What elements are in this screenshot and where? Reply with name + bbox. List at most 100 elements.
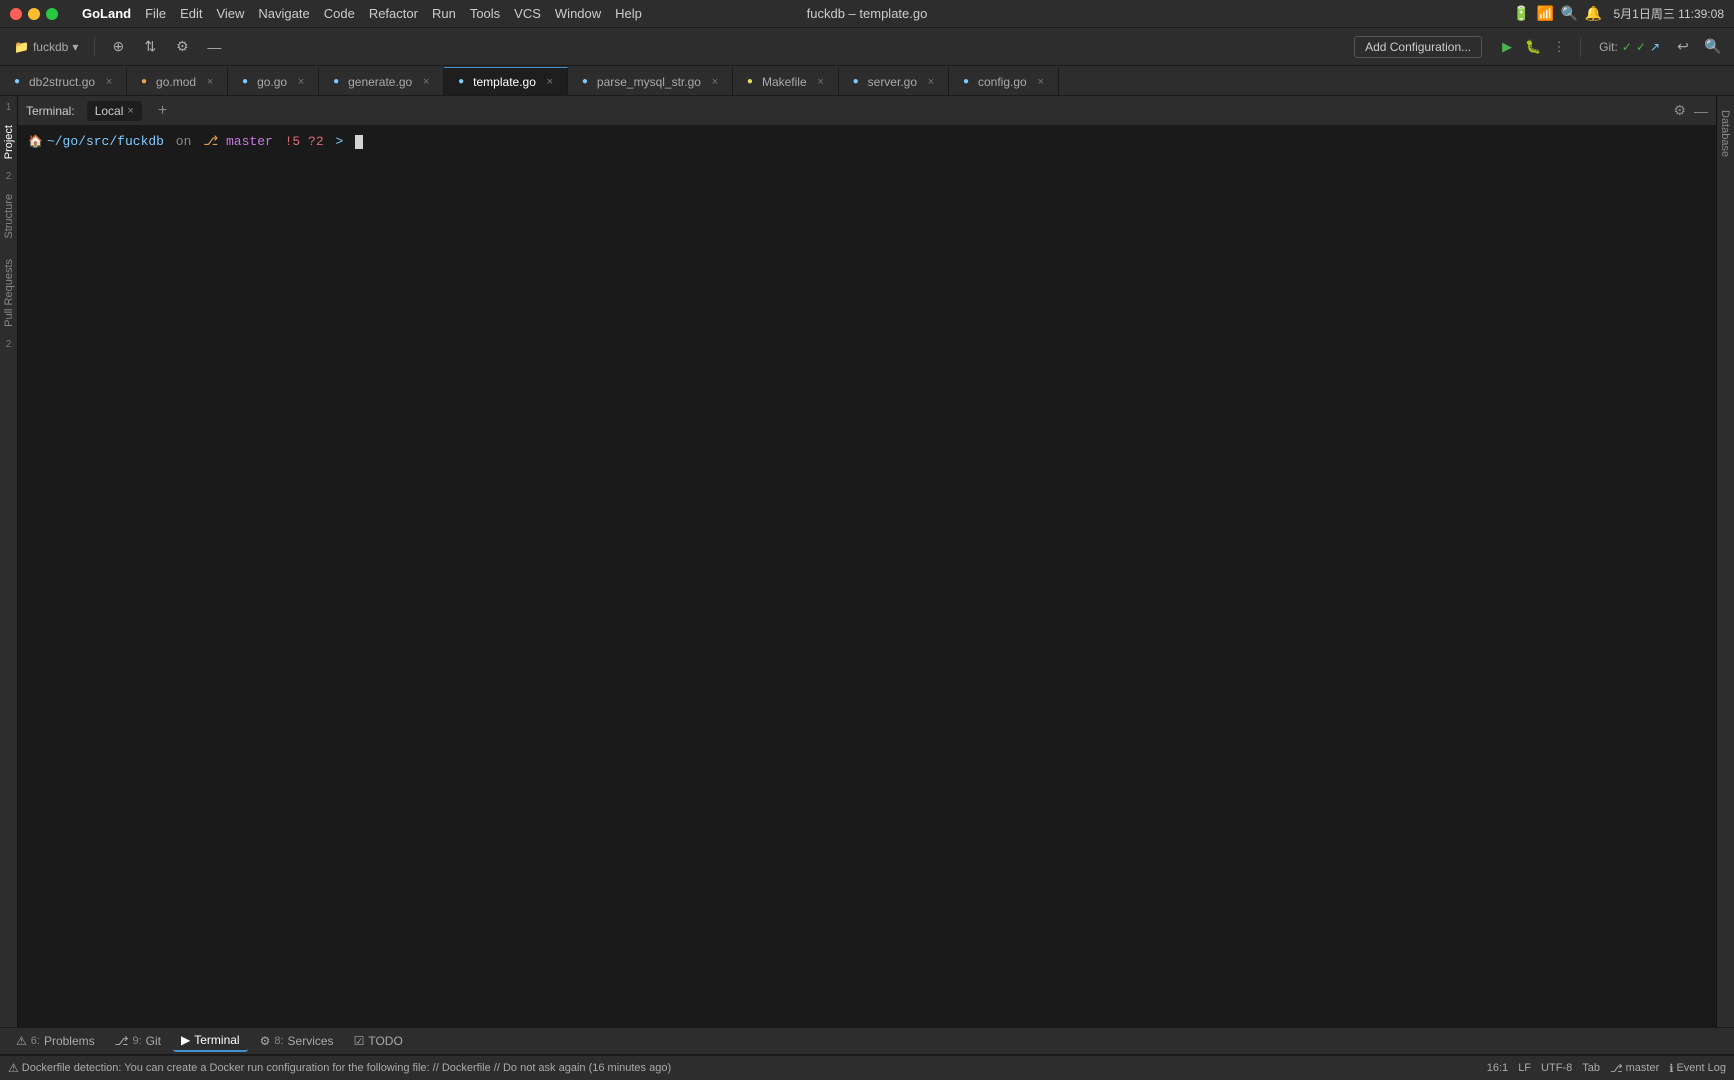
editor-tab-parse-mysql[interactable]: ● parse_mysql_str.go × <box>568 67 733 95</box>
editor-tab-db2struct[interactable]: ● db2struct.go × <box>0 67 127 95</box>
system-clock: 5月1日周三 11:39:08 <box>1613 5 1724 22</box>
menu-window[interactable]: Window <box>555 6 601 21</box>
bottom-tab-label-todo: TODO <box>368 1034 402 1048</box>
terminal-header: Terminal: Local × + ⚙ — <box>18 96 1716 126</box>
close-button[interactable] <box>10 8 22 20</box>
prompt-branch-name: master <box>218 132 273 152</box>
terminal-settings-icon[interactable]: ⚙ <box>1673 102 1686 119</box>
tab-label-config: config.go <box>978 75 1027 89</box>
editor-tab-config[interactable]: ● config.go × <box>949 67 1059 95</box>
tab-close-go[interactable]: × <box>294 75 308 89</box>
bottom-tab-label-terminal: Terminal <box>194 1033 239 1047</box>
add-configuration-button[interactable]: Add Configuration... <box>1354 36 1482 58</box>
run-button[interactable]: ▶ <box>1496 36 1518 58</box>
menu-vcs[interactable]: VCS <box>514 6 541 21</box>
bottom-tab-label-problems: Problems <box>44 1034 95 1048</box>
terminal-local-tab[interactable]: Local × <box>87 101 142 121</box>
titlebar-left: GoLand File Edit View Navigate Code Refa… <box>10 6 642 21</box>
statusbar-event-log[interactable]: ℹ Event Log <box>1669 1062 1726 1075</box>
menu-help[interactable]: Help <box>615 6 642 21</box>
search-everywhere-button[interactable]: 🔍 <box>1700 34 1726 60</box>
undo-button[interactable]: ↩ <box>1670 34 1696 60</box>
left-vertical-tabs: 1 Project 2 Structure Pull Requests 2 <box>0 96 18 1027</box>
titlebar: GoLand File Edit View Navigate Code Refa… <box>0 0 1734 28</box>
maximize-button[interactable] <box>46 8 58 20</box>
project-selector[interactable]: 📁 fuckdb ▾ <box>8 37 84 57</box>
menu-navigate[interactable]: Navigate <box>258 6 309 21</box>
editor-tab-makefile[interactable]: ● Makefile × <box>733 67 839 95</box>
terminal-new-tab-button[interactable]: + <box>154 102 171 120</box>
editor-tab-template[interactable]: ● template.go × <box>444 67 568 95</box>
tab-close-makefile[interactable]: × <box>814 75 828 89</box>
editor-tab-generate[interactable]: ● generate.go × <box>319 67 444 95</box>
editor-tab-go-mod[interactable]: ● go.mod × <box>127 67 228 95</box>
line-ending-value: LF <box>1518 1062 1531 1074</box>
tab-close-generate[interactable]: × <box>419 75 433 89</box>
terminal-tab-label: Local <box>95 104 124 118</box>
bottom-tab-icon-git: ⎇ <box>115 1034 129 1048</box>
menu-edit[interactable]: Edit <box>180 6 202 21</box>
settings-button[interactable]: ⚙ <box>169 34 195 60</box>
event-log-icon: ℹ <box>1669 1062 1673 1075</box>
right-vertical-tabs: Database <box>1716 96 1734 1027</box>
editor-tabs: ● db2struct.go × ● go.mod × ● go.go × ● … <box>0 66 1734 96</box>
tab-icon-parse-mysql: ● <box>578 75 592 89</box>
statusbar-indent[interactable]: Tab <box>1582 1062 1600 1074</box>
tab-close-config[interactable]: × <box>1034 75 1048 89</box>
menu-code[interactable]: Code <box>324 6 355 21</box>
terminal-minimize-icon[interactable]: — <box>1694 103 1708 119</box>
structure-panel-tab[interactable]: Structure <box>0 184 17 249</box>
tab-label-server: server.go <box>868 75 917 89</box>
terminal-tab-close-button[interactable]: × <box>127 105 133 117</box>
tab-close-go-mod[interactable]: × <box>203 75 217 89</box>
debug-button[interactable]: 🐛 <box>1522 36 1544 58</box>
statusbar-line-col[interactable]: 16:1 <box>1487 1062 1508 1074</box>
project-panel-tab[interactable]: Project <box>0 115 17 169</box>
minimize-button[interactable] <box>28 8 40 20</box>
terminal-body[interactable]: 🏠 ~/go/src/fuckdb on ⎇ master !5 ?2 > <box>18 126 1716 1027</box>
git-check1-icon[interactable]: ✓ <box>1622 40 1632 54</box>
sync-button[interactable]: ⊕ <box>105 34 131 60</box>
menu-tools[interactable]: Tools <box>470 6 500 21</box>
database-panel-tab[interactable]: Database <box>1717 100 1734 167</box>
tab-label-go: go.go <box>257 75 287 89</box>
tab-close-server[interactable]: × <box>924 75 938 89</box>
encoding-value: UTF-8 <box>1541 1062 1572 1074</box>
compare-button[interactable]: ⇅ <box>137 34 163 60</box>
prompt-home-icon: 🏠 <box>28 133 43 151</box>
terminal-label: Terminal: <box>26 104 75 118</box>
menu-file[interactable]: File <box>145 6 166 21</box>
menu-view[interactable]: View <box>216 6 244 21</box>
tab-icon-db2struct: ● <box>10 75 24 89</box>
bottom-tab-git[interactable]: ⎇ 9: Git <box>107 1031 169 1051</box>
editor-tab-go[interactable]: ● go.go × <box>228 67 319 95</box>
prompt-path: ~/go/src/fuckdb <box>47 132 164 152</box>
menu-refactor[interactable]: Refactor <box>369 6 418 21</box>
tab-icon-go: ● <box>238 75 252 89</box>
menu-run[interactable]: Run <box>432 6 456 21</box>
more-run-button[interactable]: ⋮ <box>1548 36 1570 58</box>
editor-tab-server[interactable]: ● server.go × <box>839 67 949 95</box>
bottom-tab-todo[interactable]: ☑ TODO <box>346 1031 411 1051</box>
project-dropdown-icon: ▾ <box>72 40 78 54</box>
notification-icon[interactable]: 🔔 <box>1585 6 1601 22</box>
menu-goland[interactable]: GoLand <box>82 6 131 21</box>
statusbar-line-ending[interactable]: LF <box>1518 1062 1531 1074</box>
bottom-tab-terminal[interactable]: ▶ Terminal <box>173 1030 248 1052</box>
tab-close-template[interactable]: × <box>543 75 557 89</box>
search-icon[interactable]: 🔍 <box>1561 6 1577 22</box>
git-check2-icon[interactable]: ✓ <box>1636 40 1646 54</box>
minimize-panel-button[interactable]: — <box>201 34 227 60</box>
app-container: GoLand File Edit View Navigate Code Refa… <box>0 0 1734 1080</box>
pull-requests-panel-tab[interactable]: Pull Requests <box>0 249 17 337</box>
statusbar-branch[interactable]: ⎇ master <box>1610 1062 1659 1075</box>
tab-close-parse-mysql[interactable]: × <box>708 75 722 89</box>
tab-close-db2struct[interactable]: × <box>102 75 116 89</box>
wifi-icon: 📶 <box>1537 6 1553 22</box>
bottom-tab-problems[interactable]: ⚠ 6: Problems <box>8 1031 103 1051</box>
git-push-icon[interactable]: ↗ <box>1650 40 1660 54</box>
terminal-panel: Terminal: Local × + ⚙ — 🏠 ~/go/src/fuckd… <box>18 96 1716 1027</box>
statusbar-encoding[interactable]: UTF-8 <box>1541 1062 1572 1074</box>
statusbar-warnings[interactable]: ⚠ Dockerfile detection: You can create a… <box>8 1061 671 1075</box>
bottom-tab-services[interactable]: ⚙ 8: Services <box>252 1031 342 1051</box>
